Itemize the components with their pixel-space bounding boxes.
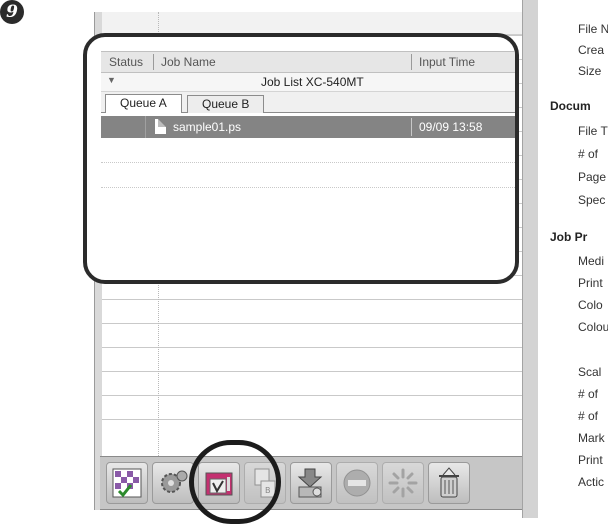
settings-button[interactable] (152, 462, 194, 504)
highlight-ring (189, 440, 281, 524)
tab-queue-a[interactable]: Queue A (105, 94, 182, 113)
job-list-title-row: ▼ Job List XC-540MT (101, 73, 515, 92)
queue-tabs: Queue A Queue B (101, 92, 515, 113)
prop-section-job: Job Pr (550, 230, 588, 244)
layout-grid-button[interactable] (106, 462, 148, 504)
processing-icon (388, 468, 418, 498)
job-list-callout: Status Job Name Input Time ▼ Job List XC… (83, 33, 519, 284)
prop-label: Scal (578, 365, 602, 379)
prop-label: Colo (578, 298, 603, 312)
gear-settings-icon (161, 470, 188, 493)
job-list-title: Job List XC-540MT (261, 75, 364, 89)
job-list: Status Job Name Input Time ▼ Job List XC… (101, 51, 515, 188)
file-icon (155, 119, 166, 134)
job-file-name: sample01.ps (173, 120, 242, 134)
prop-label: Print (578, 276, 603, 290)
prop-label: Crea (578, 43, 605, 57)
empty-row (101, 163, 515, 188)
delete-button[interactable] (428, 462, 470, 504)
column-divider[interactable] (153, 54, 154, 70)
trash-icon (439, 467, 459, 498)
empty-row (101, 138, 515, 163)
column-header-status[interactable]: Status (109, 55, 143, 69)
tab-queue-b[interactable]: Queue B (187, 95, 265, 113)
step-number-badge: 9 (0, 0, 24, 24)
stop-button[interactable] (336, 462, 378, 504)
column-header-input-time[interactable]: Input Time (419, 55, 475, 69)
prop-label: # of (578, 409, 599, 423)
collapse-arrow-icon[interactable]: ▼ (107, 75, 116, 85)
processing-button[interactable] (382, 462, 424, 504)
job-properties-panel: File N Crea Size Docum File T # of Page … (538, 0, 608, 518)
prop-label: Mark (578, 431, 605, 445)
prop-label: # of (578, 147, 599, 161)
prop-label: Page (578, 170, 607, 184)
prop-label: Size (578, 64, 602, 78)
job-row-selected[interactable]: sample01.ps 09/09 13:58 (101, 116, 515, 138)
prop-label: File T (578, 124, 608, 138)
job-list-header: Status Job Name Input Time (101, 51, 515, 73)
prop-label: Print (578, 453, 603, 467)
stop-icon (343, 469, 371, 497)
prop-label: # of (578, 387, 599, 401)
column-divider (145, 116, 146, 138)
job-input-time: 09/09 13:58 (419, 120, 483, 134)
column-header-job-name[interactable]: Job Name (161, 55, 216, 69)
prop-label: Medi (578, 254, 605, 268)
layout-grid-icon (112, 468, 142, 498)
column-divider[interactable] (411, 54, 412, 70)
download-to-disk-button[interactable] (290, 462, 332, 504)
job-toolbar: B (100, 456, 522, 510)
prop-label: File N (578, 22, 608, 36)
column-divider (411, 118, 412, 136)
download-to-disk-icon (297, 468, 323, 498)
prop-label: Spec (578, 193, 606, 207)
prop-section-document: Docum (550, 99, 591, 113)
prop-label: Actic (578, 475, 605, 489)
prop-label: Colou (578, 320, 608, 334)
